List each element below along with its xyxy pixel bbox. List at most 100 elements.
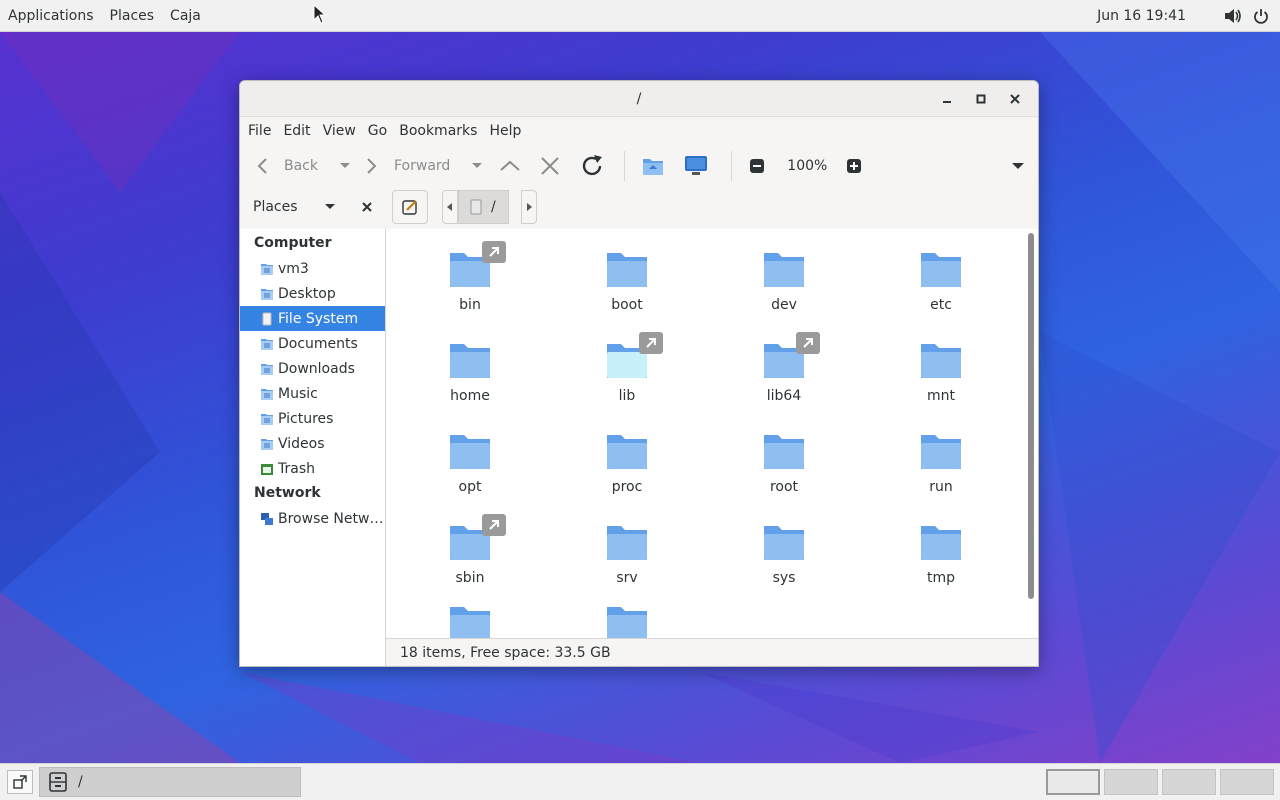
path-scroll-right-icon[interactable] [520,190,537,224]
toolbar: Back Forward 100% [240,145,1038,187]
applications-menu[interactable]: Applications [0,0,102,32]
bottom-panel: / [0,763,1280,800]
sidebar-item-browse-network[interactable]: Browse Netw… [240,506,385,531]
file-item[interactable]: mnt [881,340,1001,404]
workspace-2[interactable] [1104,769,1158,795]
status-bar: 18 items, Free space: 33.5 GB [386,638,1038,666]
computer-icon[interactable] [671,148,721,184]
sidebar-selector[interactable]: Places [240,187,386,227]
menu-edit[interactable]: Edit [277,123,316,139]
toggle-location-entry-button[interactable] [392,190,428,224]
back-history-dropdown-icon[interactable] [318,156,358,176]
forward-history-dropdown-icon[interactable] [450,156,490,176]
file-name: srv [616,570,638,586]
menu-view[interactable]: View [317,123,362,139]
file-item[interactable]: srv [567,522,687,586]
stop-icon[interactable] [530,148,570,184]
maximize-icon[interactable] [964,85,998,113]
sidebar-item-label: Downloads [278,360,355,377]
file-item[interactable]: sbin [410,514,530,586]
file-name: home [450,388,490,404]
forward-button[interactable]: Forward [358,148,490,184]
path-crumb-root[interactable]: / [458,190,509,224]
toolbar-overflow-dropdown-icon[interactable] [998,148,1038,184]
sidebar-item-videos[interactable]: Videos [240,431,385,456]
network-icon [260,512,274,526]
sidebar-item-trash[interactable]: Trash [240,456,385,481]
workspace-4[interactable] [1220,769,1274,795]
home-folder-icon[interactable] [635,148,671,184]
file-item[interactable]: lib [567,332,687,404]
sidebar-item-vm3[interactable]: vm3 [240,256,385,281]
titlebar[interactable]: / [240,81,1038,117]
file-item[interactable]: home [410,340,530,404]
menu-file[interactable]: File [242,123,277,139]
workspace-1[interactable] [1046,769,1100,795]
file-item[interactable]: proc [567,431,687,495]
up-icon[interactable] [490,148,530,184]
zoom-out-icon[interactable] [742,148,772,184]
show-desktop-icon[interactable] [7,770,33,794]
folder-icon [605,431,649,475]
vertical-scrollbar[interactable] [1028,233,1034,599]
trash-icon [260,462,274,476]
power-icon[interactable] [1250,5,1272,27]
close-sidebar-icon[interactable] [361,201,373,213]
sidebar-item-label: vm3 [278,260,309,277]
zoom-in-icon[interactable] [842,148,866,184]
volume-icon[interactable] [1222,5,1244,27]
file-item[interactable]: sys [724,522,844,586]
file-view[interactable]: bin boot dev etc home lib lib64 mnt opt proc root r… [386,229,1038,641]
places-sidebar: Computer vm3 Desktop File System Documents D… [240,229,386,666]
sidebar-item-label: Browse Netw… [278,510,384,527]
folder-icon [919,431,963,475]
sidebar-item-desktop[interactable]: Desktop [240,281,385,306]
folder-icon [448,514,506,566]
file-item[interactable]: bin [410,241,530,313]
file-item[interactable]: root [724,431,844,495]
file-name: root [769,479,799,495]
sidebar-item-label: Documents [278,335,358,352]
folder-icon [448,340,492,384]
file-item[interactable]: tmp [881,522,1001,586]
workspace-3[interactable] [1162,769,1216,795]
caja-menu[interactable]: Caja [162,0,209,32]
menu-help[interactable]: Help [483,123,527,139]
file-item[interactable]: run [881,431,1001,495]
sidebar-item-pictures[interactable]: Pictures [240,406,385,431]
forward-label: Forward [394,158,451,174]
file-item[interactable]: opt [410,431,530,495]
menu-go[interactable]: Go [362,123,393,139]
reload-icon[interactable] [570,148,614,184]
file-name: tmp [926,570,955,586]
close-icon[interactable] [998,85,1032,113]
sidebar-item-file-system[interactable]: File System [240,306,385,331]
top-panel: Applications Places Caja Jun 16 19:41 [0,0,1280,32]
sidebar-item-documents[interactable]: Documents [240,331,385,356]
file-name: etc [930,297,952,313]
taskbar-window-button[interactable]: / [39,767,301,797]
file-manager-window: / File Edit View Go Bookmarks Help Back [239,80,1039,667]
back-button[interactable]: Back [250,148,358,184]
folder-icon [762,431,806,475]
zoom-level[interactable]: 100% [772,158,842,174]
minimize-icon[interactable] [930,85,964,113]
toolbar-separator [731,151,733,181]
home-folder-icon [260,262,274,276]
file-item[interactable]: lib64 [724,332,844,404]
places-menu[interactable]: Places [102,0,163,32]
file-item[interactable]: dev [724,249,844,313]
sidebar-item-label: Music [278,385,318,402]
file-name: bin [459,297,481,313]
path-scroll-left-icon[interactable] [442,190,458,224]
sidebar-item-music[interactable]: Music [240,381,385,406]
clock[interactable]: Jun 16 19:41 [1097,8,1186,24]
places-label: Places [253,199,298,215]
sidebar-item-label: Trash [278,460,315,477]
sidebar-item-downloads[interactable]: Downloads [240,356,385,381]
menu-bookmarks[interactable]: Bookmarks [393,123,483,139]
places-dropdown-icon[interactable] [323,202,337,212]
file-item[interactable]: etc [881,249,1001,313]
content-area: Computer vm3 Desktop File System Documents D… [240,229,1038,666]
file-item[interactable]: boot [567,249,687,313]
